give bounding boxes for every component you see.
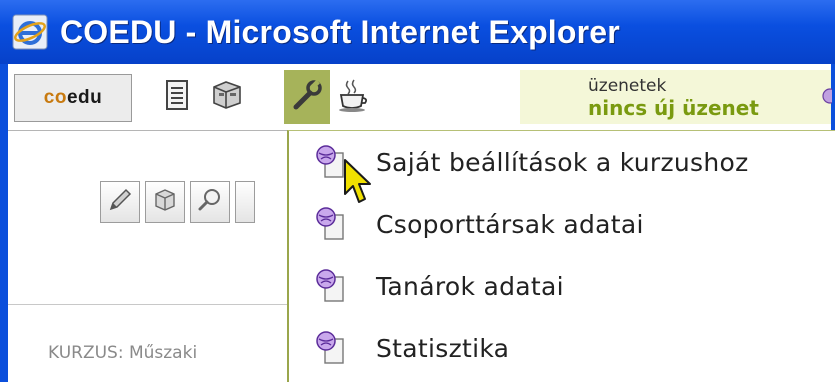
box-button[interactable]: [145, 181, 185, 223]
app-toolbar: co edu üzenetek nincs új üzenet: [8, 64, 835, 131]
logo-edu-text: edu: [66, 87, 103, 108]
menu-item-statistics[interactable]: Statisztika: [289, 317, 835, 379]
messages-globe-icon[interactable]: [820, 88, 835, 108]
coedu-logo[interactable]: co edu: [14, 74, 132, 122]
wrench-icon: [290, 78, 324, 116]
document-globe-icon: [313, 329, 349, 371]
menu-item-label: Statisztika: [376, 333, 510, 363]
course-label: KURZUS: Műszaki: [48, 343, 198, 363]
messages-panel[interactable]: üzenetek nincs új üzenet: [520, 70, 835, 124]
window-frame-left: [0, 64, 8, 382]
document-list-icon: [164, 79, 190, 115]
document-list-button[interactable]: [154, 70, 200, 124]
left-panel: KURZUS: Műszaki: [8, 131, 289, 382]
panel-divider: [8, 304, 289, 305]
menu-item-label: Tanárok adatai: [376, 271, 564, 301]
menu-item-label: Saját beállítások a kurzushoz: [376, 147, 749, 177]
settings-wrench-button[interactable]: [284, 70, 330, 124]
messages-status: nincs új üzenet: [588, 96, 759, 120]
search-button[interactable]: [190, 181, 230, 223]
more-tools-button[interactable]: [235, 181, 255, 223]
magnifier-icon: [196, 186, 224, 218]
folder-box-icon: [210, 79, 244, 115]
messages-label: üzenetek: [588, 76, 667, 96]
folder-box-button[interactable]: [204, 70, 250, 124]
pencil-icon: [106, 186, 134, 218]
window-title-bar[interactable]: COEDU - Microsoft Internet Explorer: [0, 0, 835, 64]
coffee-cup-icon: [336, 77, 370, 117]
box-icon: [151, 186, 179, 218]
document-globe-icon: [313, 267, 349, 309]
edit-button[interactable]: [100, 181, 140, 223]
menu-item-teachers-data[interactable]: Tanárok adatai: [289, 255, 835, 317]
window-title: COEDU - Microsoft Internet Explorer: [60, 13, 620, 50]
mouse-cursor-icon: [343, 158, 373, 212]
coffee-break-button[interactable]: [330, 70, 376, 124]
internet-explorer-icon: [10, 12, 50, 52]
logo-co-text: co: [43, 87, 67, 108]
menu-item-label: Csoporttársak adatai: [376, 209, 644, 239]
